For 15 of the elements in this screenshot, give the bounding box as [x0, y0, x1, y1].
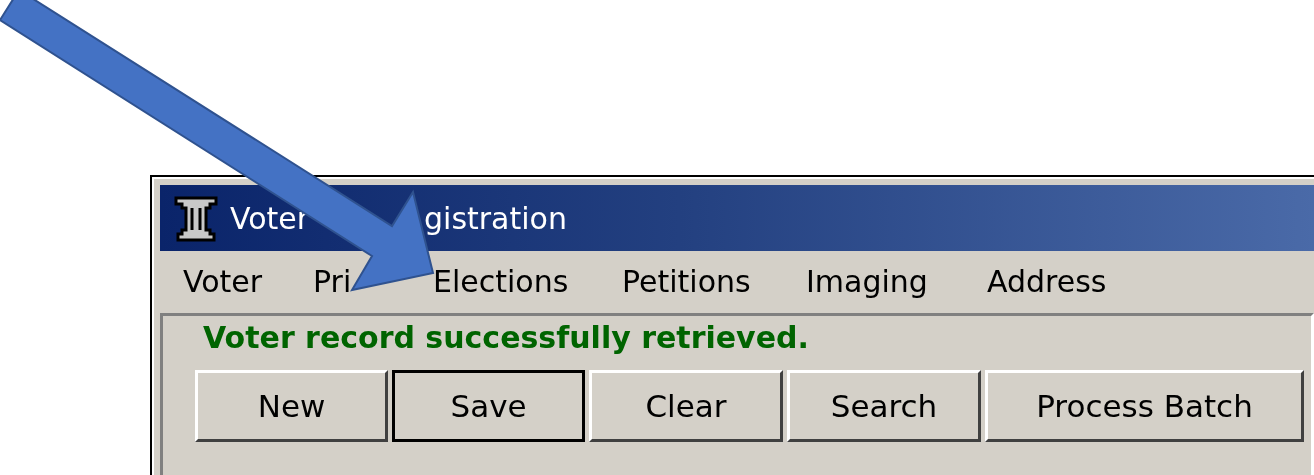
button[interactable]: Search: [787, 370, 981, 442]
button[interactable]: Process Batch: [985, 370, 1304, 442]
window-title: Voter: [230, 199, 310, 238]
menu-item[interactable]: Elections: [433, 264, 569, 300]
menu-item[interactable]: Imaging: [806, 264, 928, 300]
button[interactable]: Save: [392, 370, 585, 442]
window-title: gistration: [424, 199, 567, 238]
button[interactable]: Clear: [589, 370, 783, 442]
status-message: Voter record successfully retrieved.: [203, 320, 810, 356]
menu-item[interactable]: Petitions: [622, 264, 751, 300]
button[interactable]: New: [195, 370, 388, 442]
menu-item[interactable]: Pri: [313, 264, 352, 300]
column-icon: [172, 194, 220, 242]
menu-item[interactable]: Address: [987, 264, 1107, 300]
menu-item[interactable]: Voter: [183, 264, 263, 300]
